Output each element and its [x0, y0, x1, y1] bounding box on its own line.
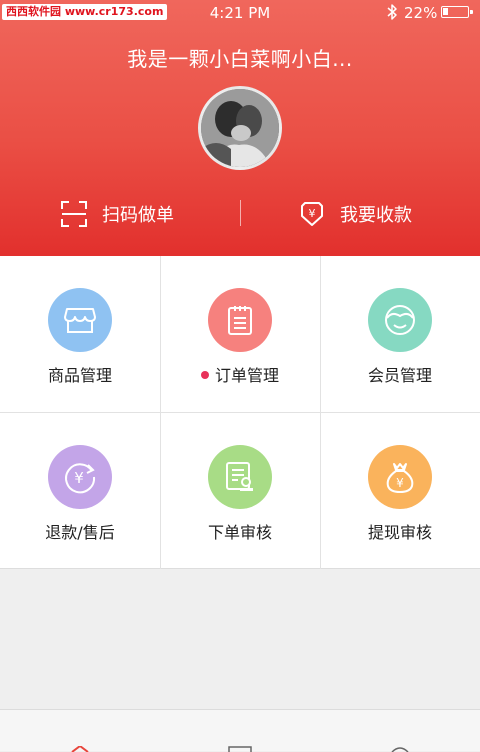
- order-review-label: 下单审核: [207, 523, 272, 542]
- svg-text:¥: ¥: [74, 469, 84, 487]
- member-icon: [368, 288, 432, 352]
- product-management-button[interactable]: 商品管理: [0, 256, 160, 412]
- header-divider: [240, 200, 241, 226]
- order-icon: [208, 288, 272, 352]
- home-tab-icon[interactable]: [70, 746, 90, 752]
- member-management-label: 会员管理: [367, 366, 432, 385]
- audit-icon: [208, 445, 272, 509]
- order-review-button[interactable]: 下单审核: [160, 413, 320, 569]
- list-tab-icon[interactable]: [228, 746, 252, 752]
- bluetooth-icon: [387, 4, 397, 20]
- scan-order-button[interactable]: 扫码做单: [60, 196, 174, 232]
- product-management-label: 商品管理: [47, 366, 112, 385]
- withdraw-icon: ¥: [368, 445, 432, 509]
- svg-text:¥: ¥: [396, 476, 404, 490]
- order-management-button[interactable]: 订单管理: [160, 256, 320, 412]
- store-icon: [48, 288, 112, 352]
- status-bar: 西西软件园 www.cr173.com 4:21 PM 22%: [0, 0, 480, 26]
- collect-payment-label: 我要收款: [340, 205, 412, 226]
- refund-aftersales-button[interactable]: ¥ 退款/售后: [0, 413, 160, 569]
- collect-payment-button[interactable]: ¥ 我要收款: [298, 196, 412, 232]
- username: 我是一颗小白菜啊小白...: [127, 47, 353, 71]
- avatar-photo: [201, 89, 279, 167]
- avatar[interactable]: [198, 86, 282, 170]
- function-grid: 商品管理 订单管理 会员管理 ¥ 退款/售后 下单审核 ¥ 提现审核: [0, 256, 480, 569]
- order-management-label: 订单管理: [214, 366, 279, 385]
- battery-percent: 22%: [404, 4, 438, 22]
- unread-dot: [200, 370, 209, 379]
- refund-icon: ¥: [48, 445, 112, 509]
- member-management-button[interactable]: 会员管理: [320, 256, 480, 412]
- profile-tab-icon[interactable]: [390, 746, 410, 752]
- refund-aftersales-label: 退款/售后: [45, 523, 115, 542]
- scan-icon: [61, 201, 87, 227]
- svg-text:¥: ¥: [309, 207, 316, 220]
- battery-icon: [441, 6, 473, 18]
- payment-icon: ¥: [301, 202, 323, 226]
- withdraw-review-button[interactable]: ¥ 提现审核: [320, 413, 480, 569]
- bottom-tab-bar: [0, 709, 480, 752]
- header: 西西软件园 www.cr173.com 4:21 PM 22% 我是一颗小白菜啊…: [0, 0, 480, 256]
- order-management-label-wrap: 订单管理: [160, 362, 320, 386]
- scan-order-label: 扫码做单: [102, 205, 174, 226]
- withdraw-review-label: 提现审核: [367, 523, 432, 542]
